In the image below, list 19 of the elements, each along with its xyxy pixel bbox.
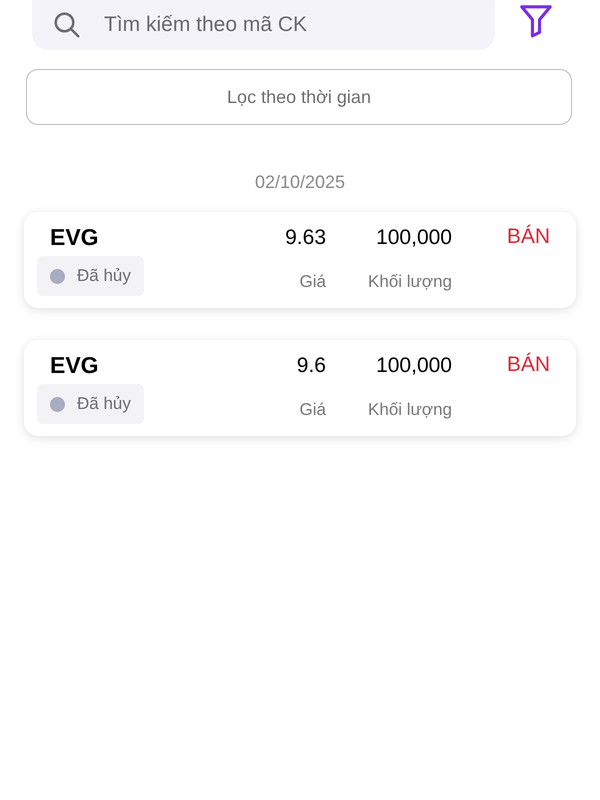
status-label: Đã hủy: [77, 393, 131, 416]
status-label: Đã hủy: [77, 265, 131, 288]
time-filter-button[interactable]: Lọc theo thời gian: [26, 69, 572, 125]
volume-label: Khối lượng: [368, 399, 452, 421]
stock-symbol: EVG: [50, 351, 99, 380]
order-volume: 100,000: [376, 225, 452, 251]
date-heading: 02/10/2025: [254, 171, 346, 194]
search-field[interactable]: Tìm kiếm theo mã CK: [32, 0, 495, 50]
order-side: BÁN: [506, 224, 550, 250]
price-label: Giá: [300, 399, 326, 421]
stock-symbol: EVG: [50, 223, 99, 252]
volume-label: Khối lượng: [368, 271, 452, 293]
order-price: 9.63: [285, 225, 326, 251]
filter-icon[interactable]: [519, 4, 553, 38]
search-icon: [52, 10, 82, 40]
order-price: 9.6: [296, 353, 326, 379]
order-side: BÁN: [506, 352, 550, 378]
order-volume: 100,000: [376, 353, 452, 379]
price-label: Giá: [300, 271, 326, 293]
